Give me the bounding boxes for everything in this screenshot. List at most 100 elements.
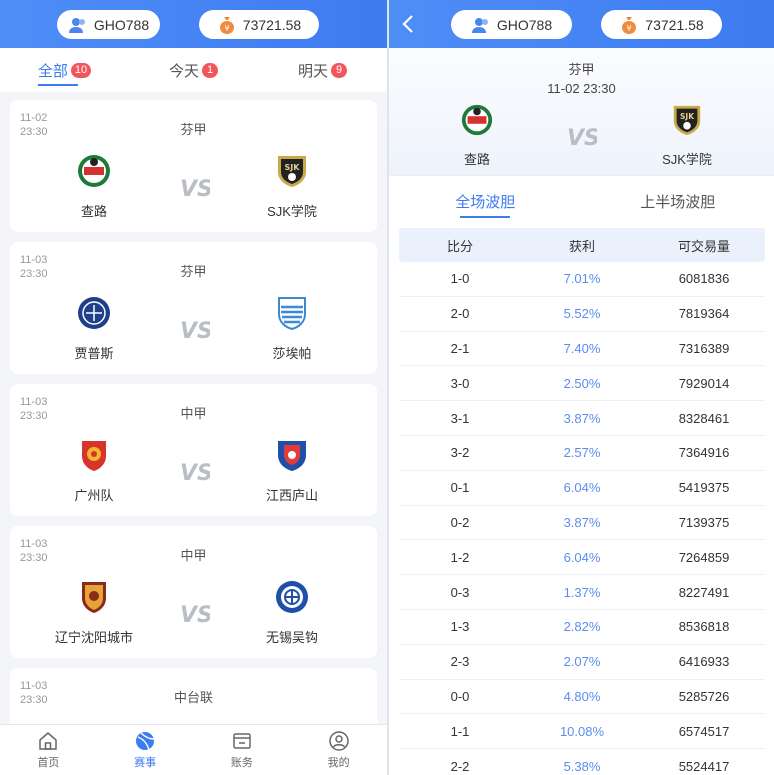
username: GHO788 bbox=[93, 16, 150, 33]
team-crest-icon bbox=[76, 153, 112, 189]
detail-top-bar: GHO788 ¥ 73721.58 bbox=[389, 0, 774, 48]
volume-cell: 6574517 bbox=[678, 723, 730, 739]
volume-cell: 7929014 bbox=[678, 375, 730, 391]
table-row[interactable]: 1-2 6.04% 7264859 bbox=[399, 540, 765, 576]
profit-cell: 7.40% bbox=[563, 340, 601, 356]
home-team: 贾普斯 bbox=[34, 295, 154, 362]
ball-icon bbox=[136, 732, 155, 751]
score-cell: 0-0 bbox=[450, 688, 470, 704]
score-cell: 1-2 bbox=[450, 549, 470, 565]
vs-icon: VS bbox=[180, 316, 213, 344]
away-team: 无锡吴钩 bbox=[232, 579, 352, 646]
profit-cell: 3.87% bbox=[563, 410, 601, 426]
profit-cell: 4.80% bbox=[563, 688, 601, 704]
home-icon bbox=[39, 732, 58, 750]
volume-cell: 8536818 bbox=[678, 619, 730, 635]
score-table: 比分 获利 可交易量 1-0 7.01% 6081836 2-0 5.52% 781936… bbox=[399, 228, 765, 775]
score-cell: 2-2 bbox=[450, 758, 470, 774]
match-league: 芬甲 bbox=[180, 264, 207, 279]
score-cell: 3-0 bbox=[450, 375, 470, 391]
tab-all-count: 10 bbox=[70, 62, 92, 78]
table-row[interactable]: 0-2 3.87% 7139375 bbox=[399, 506, 765, 541]
score-cell: 3-1 bbox=[450, 410, 470, 426]
table-row[interactable]: 3-1 3.87% 8328461 bbox=[399, 401, 765, 436]
profit-cell: 10.08% bbox=[559, 723, 605, 739]
user-pill[interactable]: GHO788 bbox=[57, 10, 160, 39]
svg-text:VS: VS bbox=[180, 319, 210, 344]
svg-text:VS: VS bbox=[180, 461, 210, 486]
match-datetime: 11-02 23:30 bbox=[547, 81, 616, 96]
svg-text:¥: ¥ bbox=[627, 24, 632, 33]
match-league: 芬甲 bbox=[180, 122, 207, 137]
team-crest-icon bbox=[274, 437, 310, 473]
table-row[interactable]: 0-0 4.80% 5285726 bbox=[399, 680, 765, 715]
team-crest-icon bbox=[274, 579, 310, 615]
nav-profile[interactable]: 我的 bbox=[290, 725, 387, 775]
away-team: SJK SJK学院 bbox=[637, 103, 737, 168]
svg-text:SJK: SJK bbox=[285, 163, 301, 172]
balance-pill[interactable]: ¥ 73721.58 bbox=[601, 10, 722, 39]
money-bag-icon: ¥ bbox=[217, 15, 237, 35]
score-tabs: 全场波胆 上半场波胆 bbox=[389, 176, 774, 226]
match-card[interactable]: 11-03 23:30 中甲 辽宁沈阳城市 VS 无锡吴钩 bbox=[10, 526, 377, 658]
vs-icon: VS bbox=[180, 600, 213, 628]
tab-first-half[interactable]: 上半场波胆 bbox=[582, 176, 774, 226]
table-row[interactable]: 2-0 5.52% 7819364 bbox=[399, 297, 765, 332]
table-row[interactable]: 1-1 10.08% 6574517 bbox=[399, 714, 765, 750]
table-row[interactable]: 3-0 2.50% 7929014 bbox=[399, 366, 765, 402]
user-pill[interactable]: GHO788 bbox=[451, 10, 572, 39]
home-team: 查路 bbox=[34, 153, 154, 220]
match-card[interactable]: 11-03 23:30 中甲 广州队 VS 江西庐山 bbox=[10, 384, 377, 516]
table-row[interactable]: 2-1 7.40% 7316389 bbox=[399, 332, 765, 367]
away-team-name: SJK学院 bbox=[267, 204, 317, 219]
profit-cell: 5.52% bbox=[563, 306, 601, 322]
team-crest-icon bbox=[76, 437, 112, 473]
score-cell: 0-1 bbox=[450, 480, 470, 496]
money-bag-icon: ¥ bbox=[619, 15, 639, 35]
team-crest-icon bbox=[76, 295, 112, 331]
volume-cell: 5524417 bbox=[678, 758, 730, 774]
home-team-name: 查路 bbox=[463, 152, 490, 167]
tab-tomorrow-count: 9 bbox=[331, 62, 347, 78]
tab-full-time[interactable]: 全场波胆 bbox=[389, 176, 582, 226]
volume-cell: 7364916 bbox=[678, 445, 730, 461]
table-row[interactable]: 1-3 2.82% 8536818 bbox=[399, 610, 765, 645]
away-team: SJK SJK学院 bbox=[232, 153, 352, 220]
tab-tomorrow[interactable]: 明天 9 bbox=[258, 48, 387, 92]
home-team: 查路 bbox=[427, 103, 527, 168]
away-team: 莎埃帕 bbox=[232, 295, 352, 362]
away-team-name: 莎埃帕 bbox=[272, 346, 312, 361]
profile-icon bbox=[328, 731, 349, 751]
score-cell: 1-3 bbox=[450, 619, 470, 635]
back-button[interactable] bbox=[397, 12, 421, 36]
tab-all[interactable]: 全部 10 bbox=[0, 48, 129, 92]
table-row[interactable]: 3-2 2.57% 7364916 bbox=[399, 436, 765, 471]
score-cell: 0-2 bbox=[450, 514, 470, 530]
svg-text:VS: VS bbox=[180, 603, 210, 628]
match-card[interactable]: 11-03 23:30 芬甲 贾普斯 VS 莎埃帕 bbox=[10, 242, 377, 374]
score-cell: 0-3 bbox=[450, 584, 470, 600]
home-team-name: 广州队 bbox=[74, 488, 114, 503]
wallet-icon bbox=[233, 733, 251, 749]
match-detail-panel: GHO788 ¥ 73721.58 芬甲 11-02 23:30 查路 VS S… bbox=[389, 0, 774, 775]
table-row[interactable]: 1-0 7.01% 6081836 bbox=[399, 262, 765, 297]
tab-today[interactable]: 今天 1 bbox=[129, 48, 258, 92]
nav-events[interactable]: 赛事 bbox=[97, 725, 194, 775]
away-team-name: 江西庐山 bbox=[265, 488, 318, 503]
table-row[interactable]: 2-3 2.07% 6416933 bbox=[399, 645, 765, 680]
table-row[interactable]: 2-2 5.38% 5524417 bbox=[399, 749, 765, 775]
score-cell: 2-0 bbox=[450, 306, 470, 322]
match-card[interactable]: 11-02 23:30 芬甲 查路 VS SJK SJK学院 bbox=[10, 100, 377, 232]
profit-cell: 5.38% bbox=[563, 758, 601, 774]
nav-home[interactable]: 首页 bbox=[0, 725, 97, 775]
tab-today-count: 1 bbox=[202, 62, 218, 78]
user-icon bbox=[68, 15, 88, 35]
home-team: 广州队 bbox=[34, 437, 154, 504]
balance-pill[interactable]: ¥ 73721.58 bbox=[199, 10, 319, 39]
table-row[interactable]: 0-1 6.04% 5419375 bbox=[399, 471, 765, 506]
chevron-left-icon bbox=[402, 15, 413, 33]
table-row[interactable]: 0-3 1.37% 8227491 bbox=[399, 575, 765, 610]
nav-finance[interactable]: 账务 bbox=[194, 725, 291, 775]
match-header: 芬甲 11-02 23:30 查路 VS SJK SJK学院 bbox=[389, 48, 774, 176]
balance: 73721.58 bbox=[242, 16, 302, 33]
